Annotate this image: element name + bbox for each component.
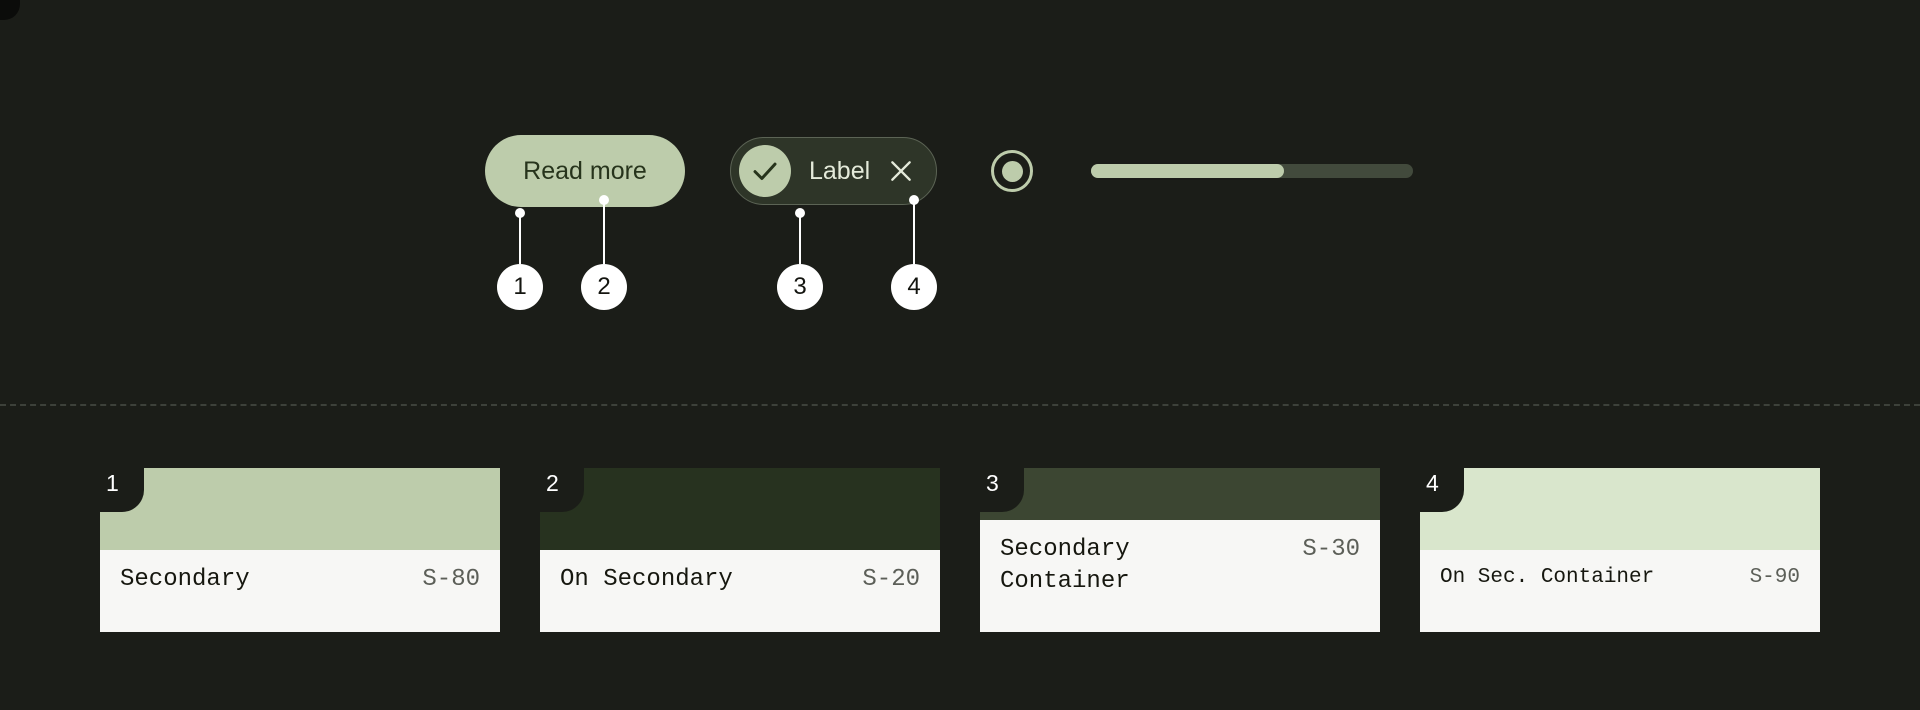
color-swatch: [980, 468, 1380, 520]
slider-fill: [1091, 164, 1285, 178]
callout-marker-3[interactable]: 3: [777, 264, 823, 310]
callout-anchor-dot: [515, 208, 525, 218]
read-more-button[interactable]: Read more: [485, 135, 685, 207]
card-info: On Sec. Container S-90: [1420, 550, 1820, 632]
section-divider: [0, 404, 1920, 406]
card-token-code: S-20: [862, 566, 920, 593]
card-info: Secondary Container S-30: [980, 520, 1380, 632]
card-role-name: Secondary: [120, 566, 250, 593]
card-info: On Secondary S-20: [540, 550, 940, 632]
filter-chip[interactable]: Label: [730, 137, 938, 205]
card-role-name: Secondary Container: [1000, 536, 1130, 596]
callout-marker-4[interactable]: 4: [891, 264, 937, 310]
color-token-card[interactable]: 2 On Secondary S-20: [540, 468, 940, 632]
color-token-card[interactable]: 4 On Sec. Container S-90: [1420, 468, 1820, 632]
color-swatch: [540, 468, 940, 550]
callout-anchor-dot: [795, 208, 805, 218]
card-token-code: S-30: [1302, 536, 1360, 563]
close-icon[interactable]: [888, 158, 914, 184]
card-badge: 1: [100, 468, 144, 512]
radio-button-selected[interactable]: [991, 150, 1034, 192]
component-specimen-row: Read more Label: [0, 126, 1920, 216]
callout-anchor-dot: [909, 195, 919, 205]
callout-anchor-dot: [599, 195, 609, 205]
color-token-card[interactable]: 1 Secondary S-80: [100, 468, 500, 632]
card-role-name: On Secondary: [560, 566, 733, 593]
callout-marker-2[interactable]: 2: [581, 264, 627, 310]
color-swatch: [1420, 468, 1820, 550]
card-badge: 3: [980, 468, 1024, 512]
slider-track[interactable]: [1091, 164, 1414, 178]
corner-marker: [0, 0, 20, 20]
callout-leader-line: [519, 213, 521, 264]
callout-leader-line: [799, 213, 801, 264]
radio-selected-icon: [1001, 160, 1023, 182]
callout-leader-line: [603, 200, 605, 264]
callout-marker-1[interactable]: 1: [497, 264, 543, 310]
card-badge: 2: [540, 468, 584, 512]
card-info: Secondary S-80: [100, 550, 500, 632]
card-token-code: S-80: [422, 566, 480, 593]
card-token-code: S-90: [1749, 566, 1800, 589]
color-token-card[interactable]: 3 Secondary Container S-30: [980, 468, 1380, 632]
callout-leader-line: [913, 200, 915, 264]
card-role-name: On Sec. Container: [1440, 566, 1655, 589]
check-icon: [739, 145, 791, 197]
color-swatch: [100, 468, 500, 550]
card-badge: 4: [1420, 468, 1464, 512]
design-spec-canvas: Read more Label 1234 1 Secondary S-80 2 …: [0, 0, 1920, 710]
chip-label: Label: [809, 156, 871, 185]
color-token-card-list: 1 Secondary S-80 2 On Secondary S-20 3 Secondar…: [100, 468, 1920, 638]
